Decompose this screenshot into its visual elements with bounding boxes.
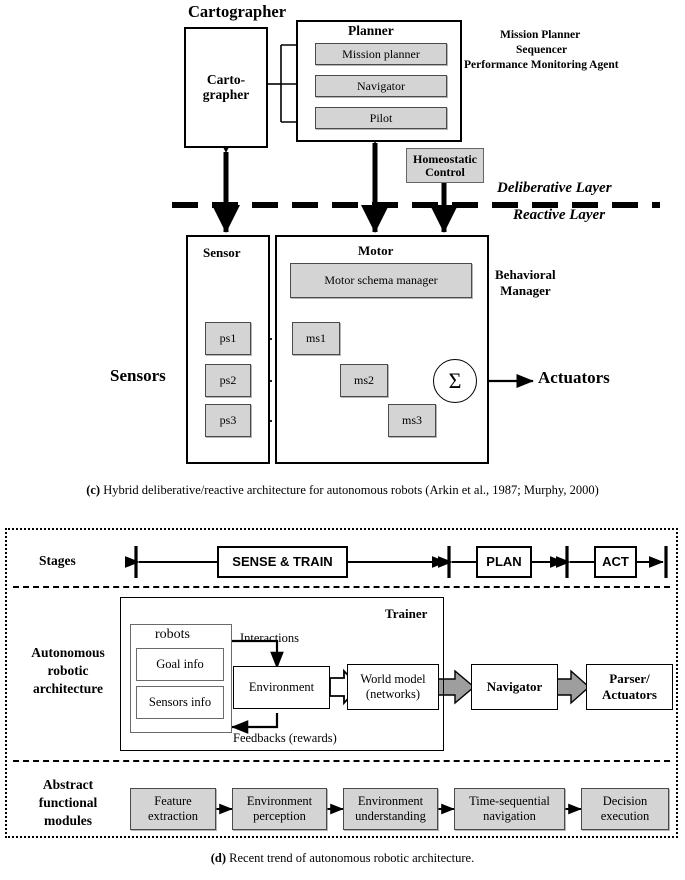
row-label-modules: Abstract functional modules [38, 777, 98, 829]
environment-box: Environment [233, 666, 330, 709]
robots-item-sensors-info: Sensors info [136, 686, 224, 719]
module-box-decision-execution: Decision execution [581, 788, 669, 830]
parser-actuators-box: Parser/ Actuators [586, 664, 673, 710]
stage-box-sense-train: SENSE & TRAIN [217, 546, 348, 578]
module-box-feature-extraction: Feature extraction [130, 788, 216, 830]
robots-label: robots [155, 627, 190, 642]
divider-stages-architecture [13, 586, 670, 588]
figure-root: Cartographer Carto- grapher Planner Miss… [0, 0, 685, 880]
caption-d: (d) Recent trend of autonomous robotic a… [0, 851, 685, 866]
figure-d-panel: Stages Autonomous robotic architecture A… [0, 0, 685, 880]
caption-d-text: Recent trend of autonomous robotic archi… [226, 851, 475, 865]
world-model-box: World model (networks) [347, 664, 439, 710]
stage-box-plan: PLAN [476, 546, 532, 578]
caption-d-label: (d) [210, 851, 227, 865]
feedbacks-label: Feedbacks (rewards) [233, 731, 337, 745]
divider-architecture-modules [13, 760, 670, 762]
stage-box-act: ACT [594, 546, 637, 578]
interactions-label: Interactions [240, 631, 300, 645]
navigator-box: Navigator [471, 664, 558, 710]
row-label-stages: Stages [39, 553, 76, 568]
module-box-environment-understanding: Environment understanding [343, 788, 438, 830]
trainer-label: Trainer [385, 606, 428, 621]
row-label-architecture: Autonomous robotic architecture [31, 645, 105, 697]
module-box-environment-perception: Environment perception [232, 788, 327, 830]
module-box-time-sequential-navigation: Time-sequential navigation [454, 788, 565, 830]
robots-item-goal-info: Goal info [136, 648, 224, 681]
